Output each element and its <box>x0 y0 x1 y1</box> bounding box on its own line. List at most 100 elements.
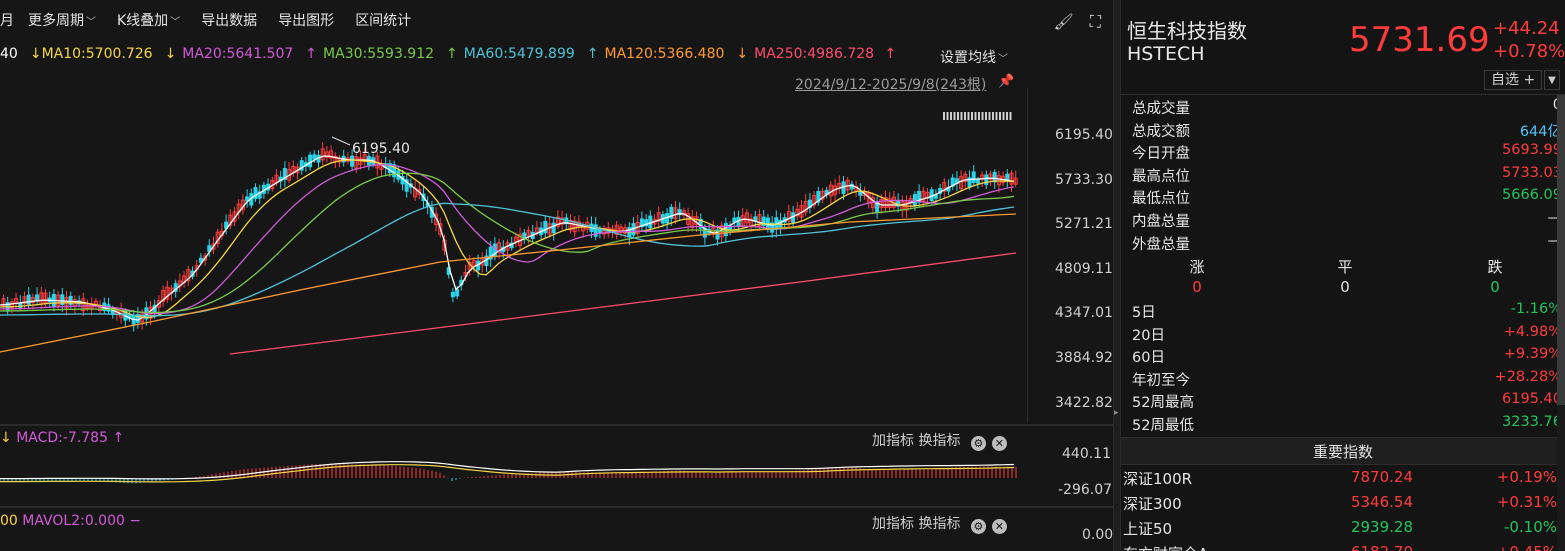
up-label: 涨 <box>1189 258 1205 276</box>
candle-body <box>312 154 317 160</box>
stat-row: 内盘总量 — <box>1132 210 1562 232</box>
marker-tick <box>1002 112 1005 120</box>
gear-icon[interactable]: ⚙ <box>970 436 986 451</box>
collapse-arrow-icon[interactable]: ▸ <box>1114 408 1119 418</box>
ma120-line <box>0 213 1017 353</box>
panel-divider[interactable] <box>0 506 1113 508</box>
price-axis-line <box>1027 88 1028 423</box>
last-price: 5731.69 <box>1349 20 1490 60</box>
ma20-line <box>0 164 1015 315</box>
vol-axis-label: 0.00 <box>1082 527 1113 543</box>
index-row[interactable]: 上证50 2939.28 -0.10% <box>1123 518 1563 542</box>
stat-value: 644亿 <box>1519 123 1562 140</box>
period-row: 年初至今 +28.28% <box>1132 369 1562 391</box>
marker-tick <box>999 112 1001 120</box>
index-row-price: 5346.54 <box>1350 493 1413 511</box>
index-row-price: 2939.28 <box>1350 518 1413 536</box>
index-row-name: 东方财富全A <box>1123 543 1208 551</box>
up-count: 0 <box>1192 278 1202 296</box>
candle-body <box>253 187 258 200</box>
index-row[interactable]: 深证100R 7870.24 +0.19% <box>1123 468 1563 492</box>
index-row-name: 上证50 <box>1123 520 1173 538</box>
stat-row: 总成交额 644亿 <box>1132 120 1562 142</box>
marker-tick <box>960 112 963 120</box>
period-row: 60日 +9.39% <box>1132 346 1562 368</box>
index-row-price: 7870.24 <box>1350 468 1413 486</box>
index-row[interactable]: 深证300 5346.54 +0.31% <box>1123 493 1563 517</box>
flat-count: 0 <box>1340 278 1350 296</box>
marker-tick <box>992 112 994 120</box>
down-count: 0 <box>1490 278 1500 296</box>
index-name: 恒生科技指数 <box>1127 19 1247 43</box>
marker-tick <box>974 112 977 120</box>
stat-value: 5693.99 <box>1502 142 1562 159</box>
marker-tick <box>953 112 956 120</box>
close-icon[interactable]: ✕ <box>991 519 1007 534</box>
add-watchlist-button[interactable]: 自选 + <box>1484 70 1543 90</box>
period-value: +4.98% <box>1503 323 1562 340</box>
stat-value: 5666.09 <box>1502 187 1562 204</box>
important-index-header[interactable]: 重要指数 <box>1121 437 1565 465</box>
candle-body <box>455 289 460 297</box>
flat-label: 平 <box>1337 258 1353 276</box>
vol-legend: 00 MAVOL2:0.000 − <box>0 513 142 529</box>
period-row: 52周最低 3233.76 <box>1132 414 1562 436</box>
marker-tick <box>981 112 984 120</box>
candle-body <box>551 222 556 234</box>
marker-tick <box>950 112 952 120</box>
stat-row: 最低点位 5666.09 <box>1132 187 1562 209</box>
quote-panel: 恒生科技指数 HSTECH 5731.69 +44.24 +0.78% 自选 +… <box>1121 0 1565 551</box>
close-icon[interactable]: ✕ <box>991 436 1007 451</box>
marker-tick <box>943 112 945 120</box>
switch-indicator-button[interactable]: 换指标 <box>918 433 960 449</box>
breadth-values: 0 0 0 <box>1121 278 1565 300</box>
index-row[interactable]: 东方财富全A 6182.70 +0.45% <box>1123 543 1563 551</box>
marker-tick <box>964 112 966 120</box>
candle-body <box>308 154 313 168</box>
price-axis-label: 4347.01 <box>1055 305 1113 321</box>
macd-axis-top: 440.11 <box>1062 446 1111 462</box>
panel-divider[interactable] <box>0 424 1113 426</box>
index-row-price: 6182.70 <box>1351 543 1413 551</box>
marker-tick <box>946 112 949 120</box>
price-change: +44.24 <box>1493 18 1560 39</box>
index-row-change: -0.10% <box>1503 518 1557 536</box>
switch-indicator-button[interactable]: 换指标 <box>918 516 960 532</box>
panel-splitter[interactable]: ▸ <box>1113 0 1121 551</box>
add-indicator-button[interactable]: 加指标 <box>872 516 914 532</box>
candle-body <box>450 291 455 298</box>
ma5-line <box>0 155 1015 321</box>
chart-panel[interactable]: 月 更多周期 ﹀ K线叠加 ﹀ 导出数据 导出图形 区间统计 🖌 ⛶ 40 ↓MA1… <box>0 0 1113 551</box>
candle-body <box>736 216 741 228</box>
gear-icon[interactable]: ⚙ <box>970 519 986 534</box>
marker-tick <box>985 112 987 120</box>
price-axis-label: 3422.82 <box>1055 395 1113 411</box>
period-label: 52周最高 <box>1132 395 1194 412</box>
ma10-line <box>0 159 1015 319</box>
candle-body <box>753 216 758 222</box>
macd-axis-bottom: -296.07 <box>1058 482 1113 498</box>
marker-tick <box>957 112 959 120</box>
vol-tail: 00 <box>0 513 18 529</box>
candle-body <box>26 294 31 305</box>
kline-chart[interactable]: 6195.40 <box>0 0 1113 551</box>
stat-label: 最高点位 <box>1132 168 1190 185</box>
watchlist-dropdown-icon[interactable]: ▼ <box>1544 70 1560 90</box>
add-indicator-button[interactable]: 加指标 <box>872 433 914 449</box>
breadth-labels: 涨 平 跌 <box>1121 256 1565 278</box>
index-row-change: +0.45% <box>1497 543 1557 551</box>
price-axis-label: 4809.11 <box>1055 261 1113 277</box>
period-value: +9.39% <box>1503 346 1562 363</box>
candle-body <box>971 171 976 183</box>
candle-body <box>350 155 355 167</box>
macd-indicator-buttons: 加指标 换指标 ⚙ ✕ <box>872 430 1007 451</box>
period-label: 5日 <box>1132 305 1156 321</box>
peak-marker-arrow <box>331 136 351 146</box>
scrollbar-thumb[interactable] <box>1557 95 1565 405</box>
stat-label: 内盘总量 <box>1132 214 1190 230</box>
stat-label: 总成交额 <box>1132 123 1190 140</box>
vol-indicator-buttons: 加指标 换指标 ⚙ ✕ <box>872 513 1007 534</box>
divider <box>1121 94 1565 95</box>
period-label: 年初至今 <box>1132 372 1190 389</box>
period-row: 5日 -1.16% <box>1132 301 1562 323</box>
